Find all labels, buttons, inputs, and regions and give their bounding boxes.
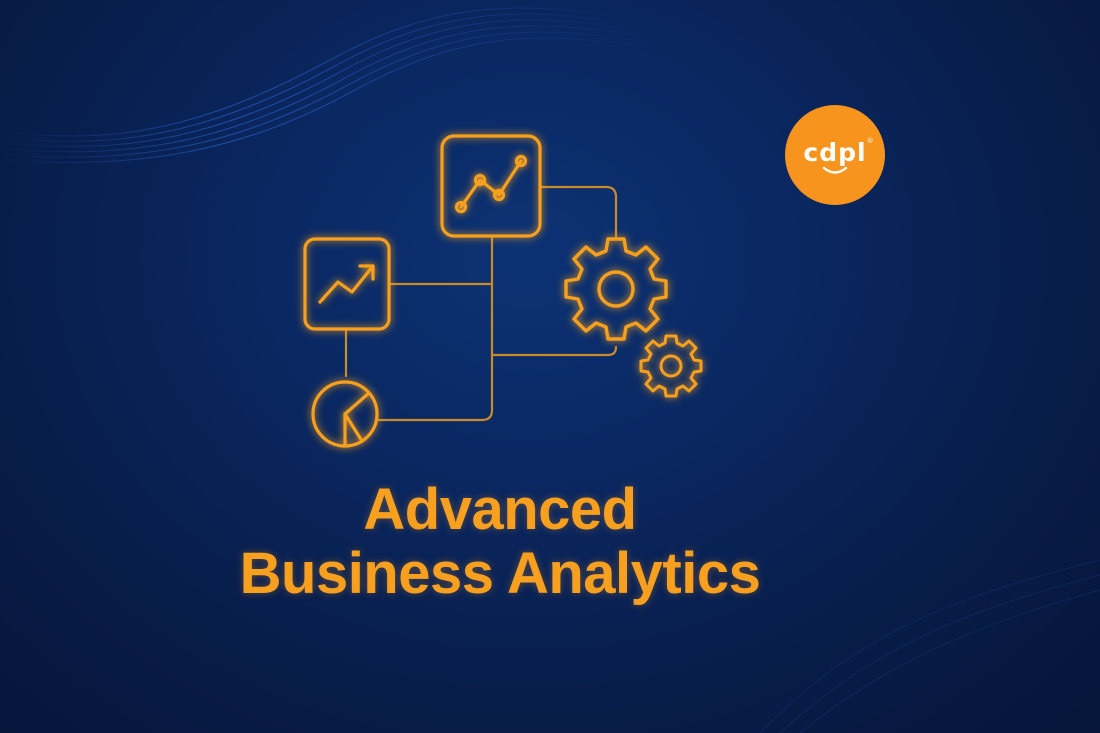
line-chart-icon (440, 134, 542, 238)
headline-line-1: Advanced (363, 477, 637, 542)
headline-line-2: Business Analytics (239, 541, 761, 606)
analytics-illustration (303, 134, 703, 448)
smile-icon (822, 166, 848, 174)
cdpl-logo: cdpl ® (785, 105, 885, 205)
trend-arrow-icon (303, 237, 391, 331)
large-gear-icon (564, 237, 668, 341)
small-gear-icon (639, 334, 703, 398)
connector-lines (344, 185, 618, 422)
registered-mark: ® (866, 137, 874, 145)
pie-chart-icon (311, 380, 379, 448)
hero-banner: cdpl ® Advanced Business Analytics (0, 0, 1100, 733)
logo-wordmark: cdpl ® (803, 137, 874, 167)
headline: Advanced Business Analytics (0, 478, 1000, 606)
